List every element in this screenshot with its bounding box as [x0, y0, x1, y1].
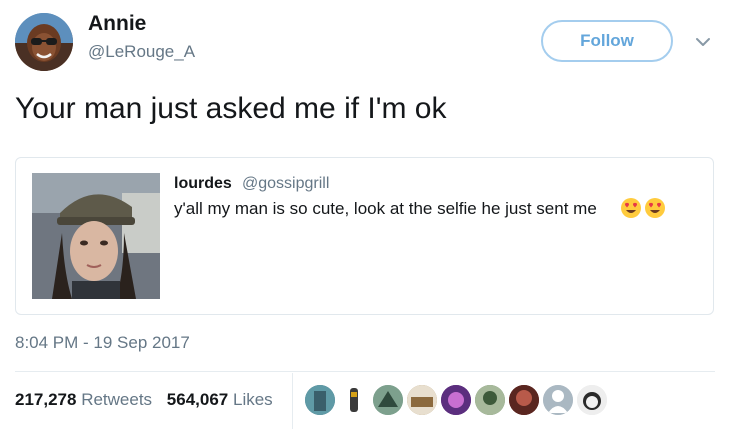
author-name[interactable]: Annie [88, 12, 146, 36]
tweet-text: Your man just asked me if I'm ok [15, 92, 447, 125]
liker-avatar[interactable] [441, 385, 471, 415]
retweets-count[interactable]: 217,278 [15, 390, 76, 409]
chevron-down-icon[interactable] [694, 33, 712, 51]
heart-eyes-emoji-icon [644, 197, 666, 219]
quoted-tweet-text: y'all my man is so cute, look at the sel… [174, 199, 597, 218]
liker-avatar[interactable] [339, 385, 369, 415]
liker-avatar[interactable] [543, 385, 573, 415]
heart-eyes-emoji-icon [620, 197, 642, 219]
liker-avatar[interactable] [373, 385, 403, 415]
follow-button[interactable]: Follow [541, 20, 673, 62]
tweet-stats: 217,278 Retweets 564,067 Likes [15, 390, 273, 410]
retweets-label[interactable]: Retweets [81, 390, 152, 409]
liker-avatar[interactable] [577, 385, 607, 415]
quoted-author-name[interactable]: lourdes [174, 175, 232, 193]
author-avatar[interactable] [15, 13, 73, 71]
quoted-tweet-image[interactable] [32, 173, 160, 299]
author-handle[interactable]: @LeRouge_A [88, 42, 195, 62]
liker-avatar[interactable] [407, 385, 437, 415]
liker-avatar[interactable] [509, 385, 539, 415]
likes-label[interactable]: Likes [233, 390, 273, 409]
stats-divider [292, 373, 293, 429]
liker-avatar[interactable] [475, 385, 505, 415]
divider [15, 371, 715, 372]
tweet-timestamp[interactable]: 8:04 PM - 19 Sep 2017 [15, 333, 190, 353]
liker-avatar[interactable] [305, 385, 335, 415]
likes-count[interactable]: 564,067 [167, 390, 228, 409]
quoted-author-handle[interactable]: @gossipgrill [242, 175, 329, 193]
